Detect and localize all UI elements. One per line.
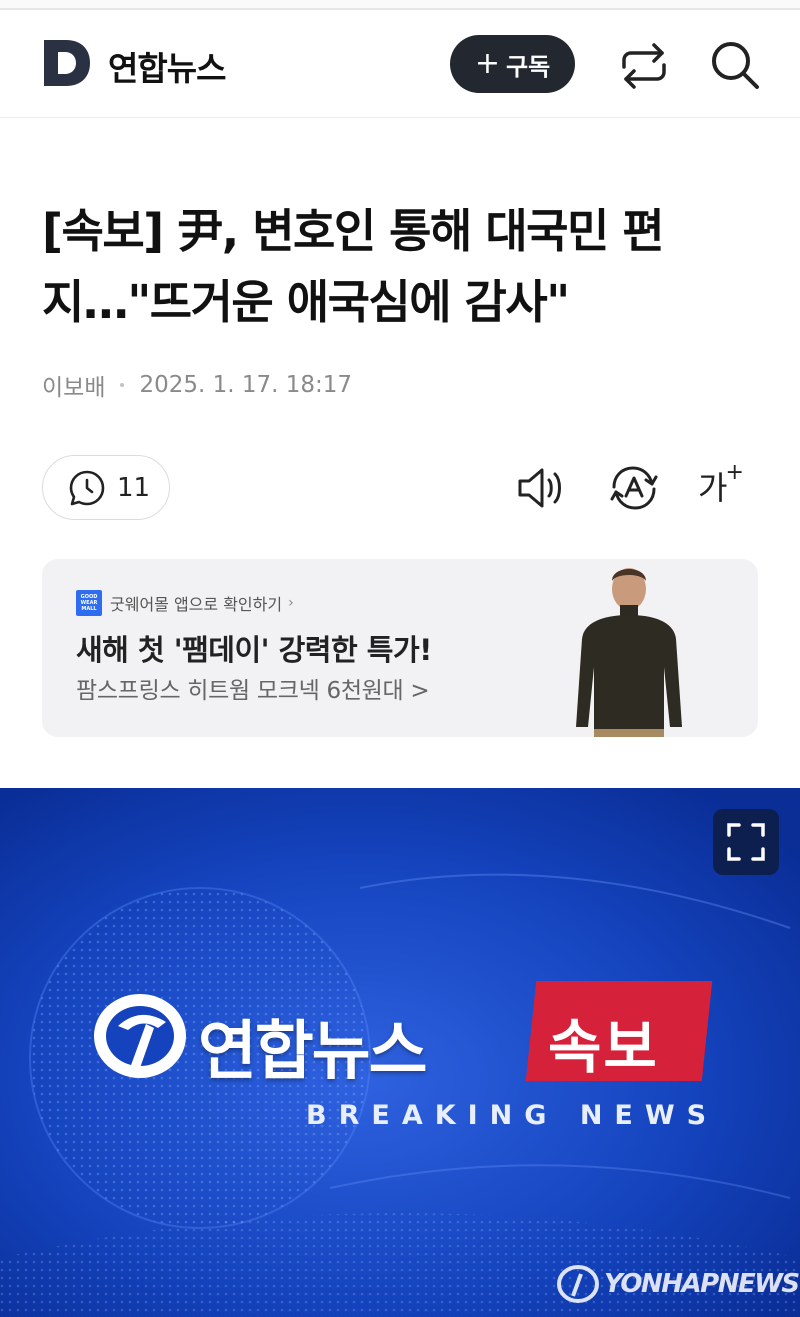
- font-size-plus: +: [725, 460, 744, 486]
- breaking-badge-text: 속보: [548, 1013, 659, 1081]
- subscribe-button[interactable]: + 구독: [450, 35, 575, 93]
- comments-button[interactable]: 11: [42, 455, 170, 520]
- ad-subtitle: 팜스프링스 히트웜 모크넥 6천원대 >: [76, 678, 430, 704]
- expand-button[interactable]: [713, 809, 779, 875]
- font-size-label: 가: [698, 469, 728, 507]
- plus-icon: +: [474, 46, 500, 81]
- meta-separator: [120, 383, 125, 387]
- comment-clock-icon: [69, 470, 105, 505]
- comment-count: 11: [117, 472, 151, 503]
- yonhap-small-logo-icon: [557, 1265, 599, 1303]
- chevron-right-icon: ›: [288, 595, 294, 611]
- photo-watermark: YONHAPNEWS: [556, 1262, 800, 1306]
- daum-logo-icon[interactable]: [42, 38, 92, 88]
- ad-banner[interactable]: GOOD WEAR MALL 굿웨어몰 앱으로 확인하기 › 새해 첫 '팸데이…: [42, 559, 758, 737]
- publish-date: 2025. 1. 17. 18:17: [139, 372, 353, 398]
- hero-brand-text: 연합뉴스: [198, 1015, 428, 1089]
- ad-product-image: [576, 568, 682, 737]
- advertiser-logo: GOOD WEAR MALL: [76, 590, 102, 616]
- translate-icon[interactable]: [606, 460, 662, 516]
- subscribe-label: 구독: [505, 52, 551, 81]
- ad-title: 새해 첫 '팸데이' 강력한 특가!: [76, 633, 432, 667]
- ad-source-text: 굿웨어몰 앱으로 확인하기: [110, 595, 283, 614]
- watermark-text: YONHAPNEWS: [604, 1269, 800, 1299]
- ad-source-link[interactable]: GOOD WEAR MALL 굿웨어몰 앱으로 확인하기 ›: [76, 590, 294, 616]
- app-header: 연합뉴스 + 구독: [0, 12, 800, 118]
- breaking-news-image[interactable]: 연합뉴스 속보 BREAKING NEWS YONHAPNEWS: [0, 788, 800, 1317]
- article-meta: 이보배 2025. 1. 17. 18:17: [42, 368, 352, 402]
- media-brand-name[interactable]: 연합뉴스: [108, 42, 226, 90]
- yonhap-logo-icon: [94, 994, 186, 1078]
- search-icon[interactable]: [708, 38, 762, 92]
- top-divider: [0, 0, 800, 10]
- speaker-icon[interactable]: [514, 460, 570, 516]
- expand-icon: [727, 823, 765, 861]
- breaking-news-caption: BREAKING NEWS: [306, 1100, 719, 1131]
- article-headline: [속보] 尹, 변호인 통해 대국민 편지…"뜨거운 애국심에 감사": [42, 204, 665, 329]
- author-name[interactable]: 이보배: [42, 368, 105, 402]
- share-icon[interactable]: [618, 40, 670, 92]
- font-size-button[interactable]: 가+: [698, 460, 746, 509]
